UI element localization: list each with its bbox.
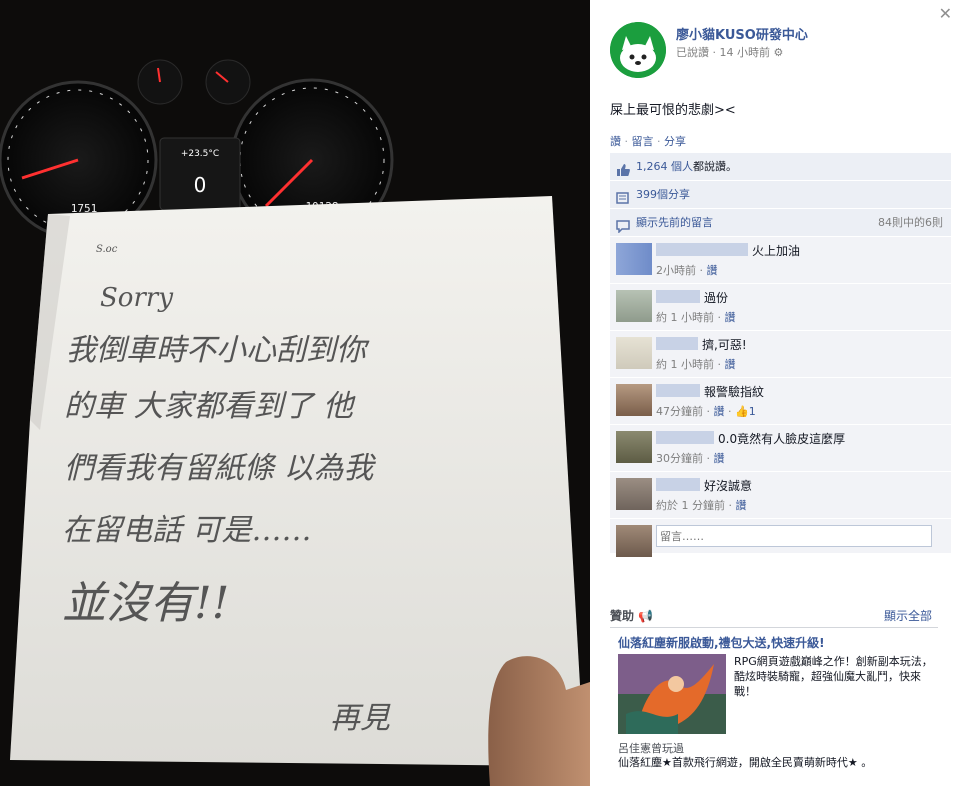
comment-like-link[interactable]: 讚: [736, 499, 747, 512]
post-photo[interactable]: +23.5°C 0 1751 10128 S.oc Sorry 我倒車時不小心刮…: [0, 0, 590, 786]
comment-item: 火上加油 2小時前 · 讚: [610, 237, 951, 284]
comment-like-count[interactable]: 1: [749, 405, 756, 418]
commenter-avatar[interactable]: [616, 431, 652, 463]
commenter-name-blurred[interactable]: [656, 431, 714, 444]
temp-display: +23.5°C: [181, 149, 219, 159]
comment-text: 報警驗指紋: [704, 385, 765, 399]
sponsored-title: 贊助 📢: [610, 609, 654, 623]
likes-count[interactable]: 1,264 個人: [636, 160, 693, 173]
comment-meta: 30分鐘前 · 讚: [656, 452, 725, 465]
comment-input-row: [610, 519, 951, 557]
comment-item: 報警驗指紋 47分鐘前 · 讚 · 👍1: [610, 378, 951, 425]
thumbs-up-small-icon: 👍: [735, 405, 749, 418]
shares-count[interactable]: 399個分享: [636, 188, 690, 201]
post-time[interactable]: 14 小時前: [720, 46, 771, 59]
post-caption: 屎上最可恨的悲劇><: [610, 103, 736, 118]
liked-label[interactable]: 已說讚: [676, 46, 709, 59]
comment-item: 好沒誠意 約於 1 分鐘前 · 讚: [610, 472, 951, 519]
commenter-name-blurred[interactable]: [656, 478, 700, 491]
share-link[interactable]: 分享: [664, 135, 686, 148]
comment-like-link[interactable]: 讚: [707, 264, 718, 277]
comment-text: 火上加油: [752, 244, 801, 258]
photo-illustration: +23.5°C 0 1751 10128 S.oc Sorry 我倒車時不小心刮…: [0, 0, 590, 786]
comment-text: 好沒誠意: [704, 479, 753, 493]
comment-like-link[interactable]: 讚: [714, 452, 725, 465]
svg-text:我倒車時不小心刮到你: 我倒車時不小心刮到你: [66, 333, 370, 368]
svg-text:的車 大家都看到了 他: 的車 大家都看到了 他: [64, 389, 356, 424]
comment-input[interactable]: [656, 525, 932, 547]
comment-like-link[interactable]: 讚: [714, 405, 725, 418]
post-sidebar: ✕ 廖小貓KUSO研發中心 已說讚 · 14 小時前 ⚙ 屎上最可恨的悲劇>< …: [598, 0, 962, 786]
comment-bubble-icon: [616, 216, 630, 234]
divider: [610, 627, 938, 628]
globe-icon: ⚙: [773, 46, 784, 59]
post-actions: 讚 · 留言 · 分享: [610, 135, 686, 148]
commenter-name-blurred[interactable]: [656, 384, 700, 397]
commenter-name-blurred[interactable]: [656, 243, 748, 256]
close-icon[interactable]: ✕: [939, 4, 952, 23]
svg-text:並沒有!!: 並沒有!!: [62, 578, 229, 629]
commenter-name-blurred[interactable]: [656, 290, 700, 303]
svg-text:S.oc: S.oc: [96, 244, 118, 255]
post-meta: 已說讚 · 14 小時前 ⚙: [676, 46, 784, 59]
comment-meta: 約 1 小時前 · 讚: [656, 358, 736, 371]
svg-text:在留电話 可是……: 在留电話 可是……: [62, 513, 312, 548]
commenter-avatar[interactable]: [616, 243, 652, 275]
comment-count: 84則中的6則: [878, 216, 943, 229]
comment-item: 擠,可惡! 約 1 小時前 · 讚: [610, 331, 951, 378]
comment-item: 過份 約 1 小時前 · 讚: [610, 284, 951, 331]
ad-title-link[interactable]: 仙落紅塵新服啟動,禮包大送,快速升級!: [618, 634, 948, 651]
show-previous-comments[interactable]: 顯示先前的留言: [636, 216, 713, 229]
comment-like-link[interactable]: 讚: [725, 311, 736, 324]
likes-row: 1,264 個人都說讚。: [610, 153, 951, 181]
svg-text:們看我有留紙條 以為我: 們看我有留紙條 以為我: [64, 451, 377, 486]
ad-description: RPG網頁遊戲巔峰之作！創新副本玩法，酷炫時裝騎寵，超強仙魔大亂鬥，快來戰！: [734, 655, 933, 698]
page-avatar[interactable]: [610, 22, 666, 78]
svg-text:0: 0: [194, 173, 207, 197]
comment-like-link[interactable]: 讚: [725, 358, 736, 371]
comment-text: 擠,可惡!: [702, 338, 747, 352]
page-name-link[interactable]: 廖小貓KUSO研發中心: [676, 24, 808, 43]
show-previous-row: 顯示先前的留言 84則中的6則: [610, 209, 951, 237]
commenter-avatar[interactable]: [616, 384, 652, 416]
ad-footer-text: 仙落紅塵★首款飛行網遊，開啟全民賣萌新時代★ 。: [618, 756, 873, 769]
svg-text:Sorry: Sorry: [100, 283, 173, 313]
likes-suffix: 都說讚。: [693, 160, 737, 173]
feedback-box: 1,264 個人都說讚。 399個分享 顯示先前的留言 84則中的6則 火上加油…: [610, 153, 951, 557]
commenter-avatar[interactable]: [616, 478, 652, 510]
comment-text: 過份: [704, 291, 729, 305]
commenter-name-blurred[interactable]: [656, 337, 698, 350]
comment-meta: 47分鐘前 · 讚 · 👍1: [656, 405, 756, 418]
like-link[interactable]: 讚: [610, 135, 621, 148]
comment-item: 0.0竟然有人臉皮這麼厚 30分鐘前 · 讚: [610, 425, 951, 472]
shares-row[interactable]: 399個分享: [610, 181, 951, 209]
comment-text: 0.0竟然有人臉皮這麼厚: [718, 432, 846, 446]
ad-image[interactable]: [618, 654, 726, 734]
share-icon: [616, 188, 630, 204]
comment-meta: 2小時前 · 讚: [656, 264, 718, 277]
see-all-link[interactable]: 顯示全部: [884, 607, 932, 624]
comment-meta: 約 1 小時前 · 讚: [656, 311, 736, 324]
comment-meta: 約於 1 分鐘前 · 讚: [656, 499, 747, 512]
comment-link[interactable]: 留言: [632, 135, 654, 148]
svg-text:再見: 再見: [330, 701, 391, 736]
thumbs-up-icon: [616, 160, 630, 176]
commenter-avatar[interactable]: [616, 290, 652, 322]
megaphone-icon: 📢: [638, 609, 654, 623]
my-avatar: [616, 525, 652, 557]
commenter-avatar[interactable]: [616, 337, 652, 369]
